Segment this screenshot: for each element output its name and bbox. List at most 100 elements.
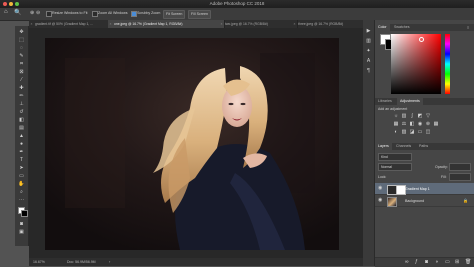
quick-select-tool-icon[interactable]: ✎ — [18, 54, 25, 59]
visibility-eye-icon[interactable]: ◉ — [378, 186, 384, 191]
brush-panel-icon[interactable]: ✦ — [365, 49, 372, 54]
title-bar: Adobe Photoshop CC 2018 — [0, 0, 474, 8]
photo-filter-icon[interactable]: ◉ — [417, 121, 423, 127]
dodge-tool-icon[interactable]: ● — [18, 142, 25, 147]
levels-icon[interactable]: ▥ — [401, 113, 407, 119]
tab-two-jpeg[interactable]: × two.jpeg @ 16.7% (RGB/8#) — [219, 20, 298, 28]
fit-screen-button[interactable]: Fit Screen — [163, 10, 186, 19]
blur-tool-icon[interactable]: ▲ — [18, 134, 25, 139]
zoom-tool-icon[interactable]: ⌕ — [18, 190, 25, 195]
path-select-tool-icon[interactable]: ➤ — [18, 166, 25, 171]
healing-brush-tool-icon[interactable]: ✚ — [18, 86, 25, 91]
clone-stamp-tool-icon[interactable]: ⊥ — [18, 102, 25, 107]
new-group-icon[interactable]: ▭ — [445, 259, 450, 265]
close-tab-icon[interactable]: × — [31, 20, 33, 28]
new-adjustment-icon[interactable]: ◑ — [435, 259, 438, 265]
zoom-readout[interactable]: 16.67% — [33, 258, 45, 266]
vibrance-icon[interactable]: ▽ — [425, 113, 431, 119]
add-mask-icon[interactable]: ◙ — [425, 259, 428, 265]
selective-color-icon[interactable]: ◫ — [425, 129, 431, 135]
background-color-swatch[interactable] — [21, 210, 28, 217]
layer-kind-filter[interactable]: Kind — [378, 153, 412, 161]
move-tool-icon[interactable]: ✥ — [18, 30, 25, 35]
home-icon[interactable]: ⌂ — [4, 9, 8, 15]
layer-name[interactable]: Background — [405, 199, 424, 203]
channel-mixer-icon[interactable]: ⊛ — [425, 121, 431, 127]
history-panel-icon[interactable]: ▶ — [365, 29, 372, 34]
close-tab-icon[interactable]: × — [110, 20, 112, 28]
type-tool-icon[interactable]: T — [18, 158, 25, 163]
black-white-icon[interactable]: ◧ — [409, 121, 415, 127]
hand-tool-icon[interactable]: ✋ — [18, 182, 25, 187]
exposure-icon[interactable]: ◩ — [417, 113, 423, 119]
chevron-right-icon[interactable]: › — [109, 258, 110, 266]
brightness-contrast-icon[interactable]: ☼ — [393, 113, 399, 119]
tab-color[interactable]: Color — [375, 24, 390, 31]
eraser-tool-icon[interactable]: ◧ — [18, 118, 25, 123]
tab-channels[interactable]: Channels — [393, 143, 414, 150]
layer-thumbnail — [387, 196, 397, 207]
screen-mode-icon[interactable]: ▣ — [18, 230, 25, 235]
invert-icon[interactable]: ◐ — [393, 129, 399, 135]
fill-label: Fill: — [441, 175, 447, 179]
close-tab-icon[interactable]: × — [221, 20, 223, 28]
threshold-icon[interactable]: ◪ — [409, 129, 415, 135]
layer-name[interactable]: Gradient Map 1 — [405, 187, 430, 191]
opacity-field[interactable] — [449, 163, 471, 171]
close-tab-icon[interactable]: × — [294, 20, 296, 28]
gradient-map-icon[interactable]: ▭ — [417, 129, 423, 135]
pen-tool-icon[interactable]: ✒ — [18, 150, 25, 155]
marquee-tool-icon[interactable]: ⬚ — [18, 38, 25, 43]
delete-layer-icon[interactable]: 🗑 — [465, 259, 471, 265]
tab-libraries[interactable]: Libraries — [375, 98, 395, 105]
tab-adjustments[interactable]: Adjustments — [397, 98, 423, 105]
fill-screen-button[interactable]: Fill Screen — [188, 10, 211, 19]
crop-tool-icon[interactable]: ⌗ — [18, 62, 25, 67]
document-canvas[interactable] — [45, 38, 339, 250]
paragraph-panel-icon[interactable]: ¶ — [365, 69, 372, 74]
layer-style-icon[interactable]: ƒ — [415, 259, 418, 265]
opacity-label: Opacity: — [435, 165, 448, 169]
tab-one-jpeg[interactable]: × one.jpeg @ 16.7% (Gradient Map 1, RGB/… — [108, 20, 225, 28]
blend-mode-select[interactable]: Normal — [378, 163, 412, 171]
brush-tool-icon[interactable]: ✏ — [18, 94, 25, 99]
tab-three-jpeg[interactable]: × three.jpeg @ 16.7% (RGB/8#) — [292, 20, 370, 28]
color-lookup-icon[interactable]: ▦ — [433, 121, 439, 127]
status-bar: 16.67% Doc: 56.9M/56.9M › — [29, 258, 363, 266]
color-picker-cursor[interactable] — [419, 37, 424, 42]
link-layers-icon[interactable]: ∞ — [405, 259, 409, 265]
hue-slider[interactable] — [445, 34, 450, 94]
more-tools-icon[interactable]: ··· — [18, 198, 25, 203]
zoom-out-icon[interactable]: ⊖ — [36, 10, 40, 16]
document-tabs: × gradient.tif @ 50% (Gradient Map 1, ..… — [29, 20, 370, 28]
lock-label: Lock: — [378, 175, 387, 179]
frame-tool-icon[interactable]: ⊠ — [18, 70, 25, 75]
curves-icon[interactable]: ∫ — [409, 113, 415, 119]
zoom-tool-icon[interactable]: 🔍 — [14, 9, 21, 16]
layer-gradient-map[interactable]: ◉ Gradient Map 1 — [375, 183, 474, 195]
properties-panel-icon[interactable]: ▥ — [365, 39, 372, 44]
tab-layers[interactable]: Layers — [375, 143, 392, 150]
panel-menu-icon[interactable]: ≡ — [467, 24, 469, 31]
visibility-eye-icon[interactable]: ◉ — [378, 198, 384, 203]
tab-gradient[interactable]: × gradient.tif @ 50% (Gradient Map 1, ..… — [29, 20, 114, 28]
fill-field[interactable] — [449, 173, 471, 181]
tab-swatches[interactable]: Swatches — [391, 24, 413, 31]
tab-paths[interactable]: Paths — [416, 143, 431, 150]
gradient-tool-icon[interactable]: ▤ — [18, 126, 25, 131]
posterize-icon[interactable]: ▨ — [401, 129, 407, 135]
hue-saturation-icon[interactable]: ▦ — [393, 121, 399, 127]
history-brush-tool-icon[interactable]: ↺ — [18, 110, 25, 115]
document-info: Doc: 56.9M/56.9M — [67, 260, 96, 264]
lasso-tool-icon[interactable]: ◌ — [18, 46, 25, 51]
quick-mask-icon[interactable]: ◙ — [18, 222, 25, 227]
rectangle-tool-icon[interactable]: ▭ — [18, 174, 25, 179]
color-picker-field[interactable] — [391, 34, 441, 94]
eyedropper-tool-icon[interactable]: ⁄ — [18, 78, 25, 83]
character-panel-icon[interactable]: A — [365, 59, 372, 64]
color-balance-icon[interactable]: ⚖ — [401, 121, 407, 127]
zoom-all-windows-label: Zoom All Windows — [98, 10, 128, 15]
zoom-in-icon[interactable]: ⊕ — [30, 10, 34, 16]
new-layer-icon[interactable]: ⊞ — [455, 259, 459, 265]
layer-background[interactable]: ◉ Background 🔒 — [375, 195, 474, 207]
